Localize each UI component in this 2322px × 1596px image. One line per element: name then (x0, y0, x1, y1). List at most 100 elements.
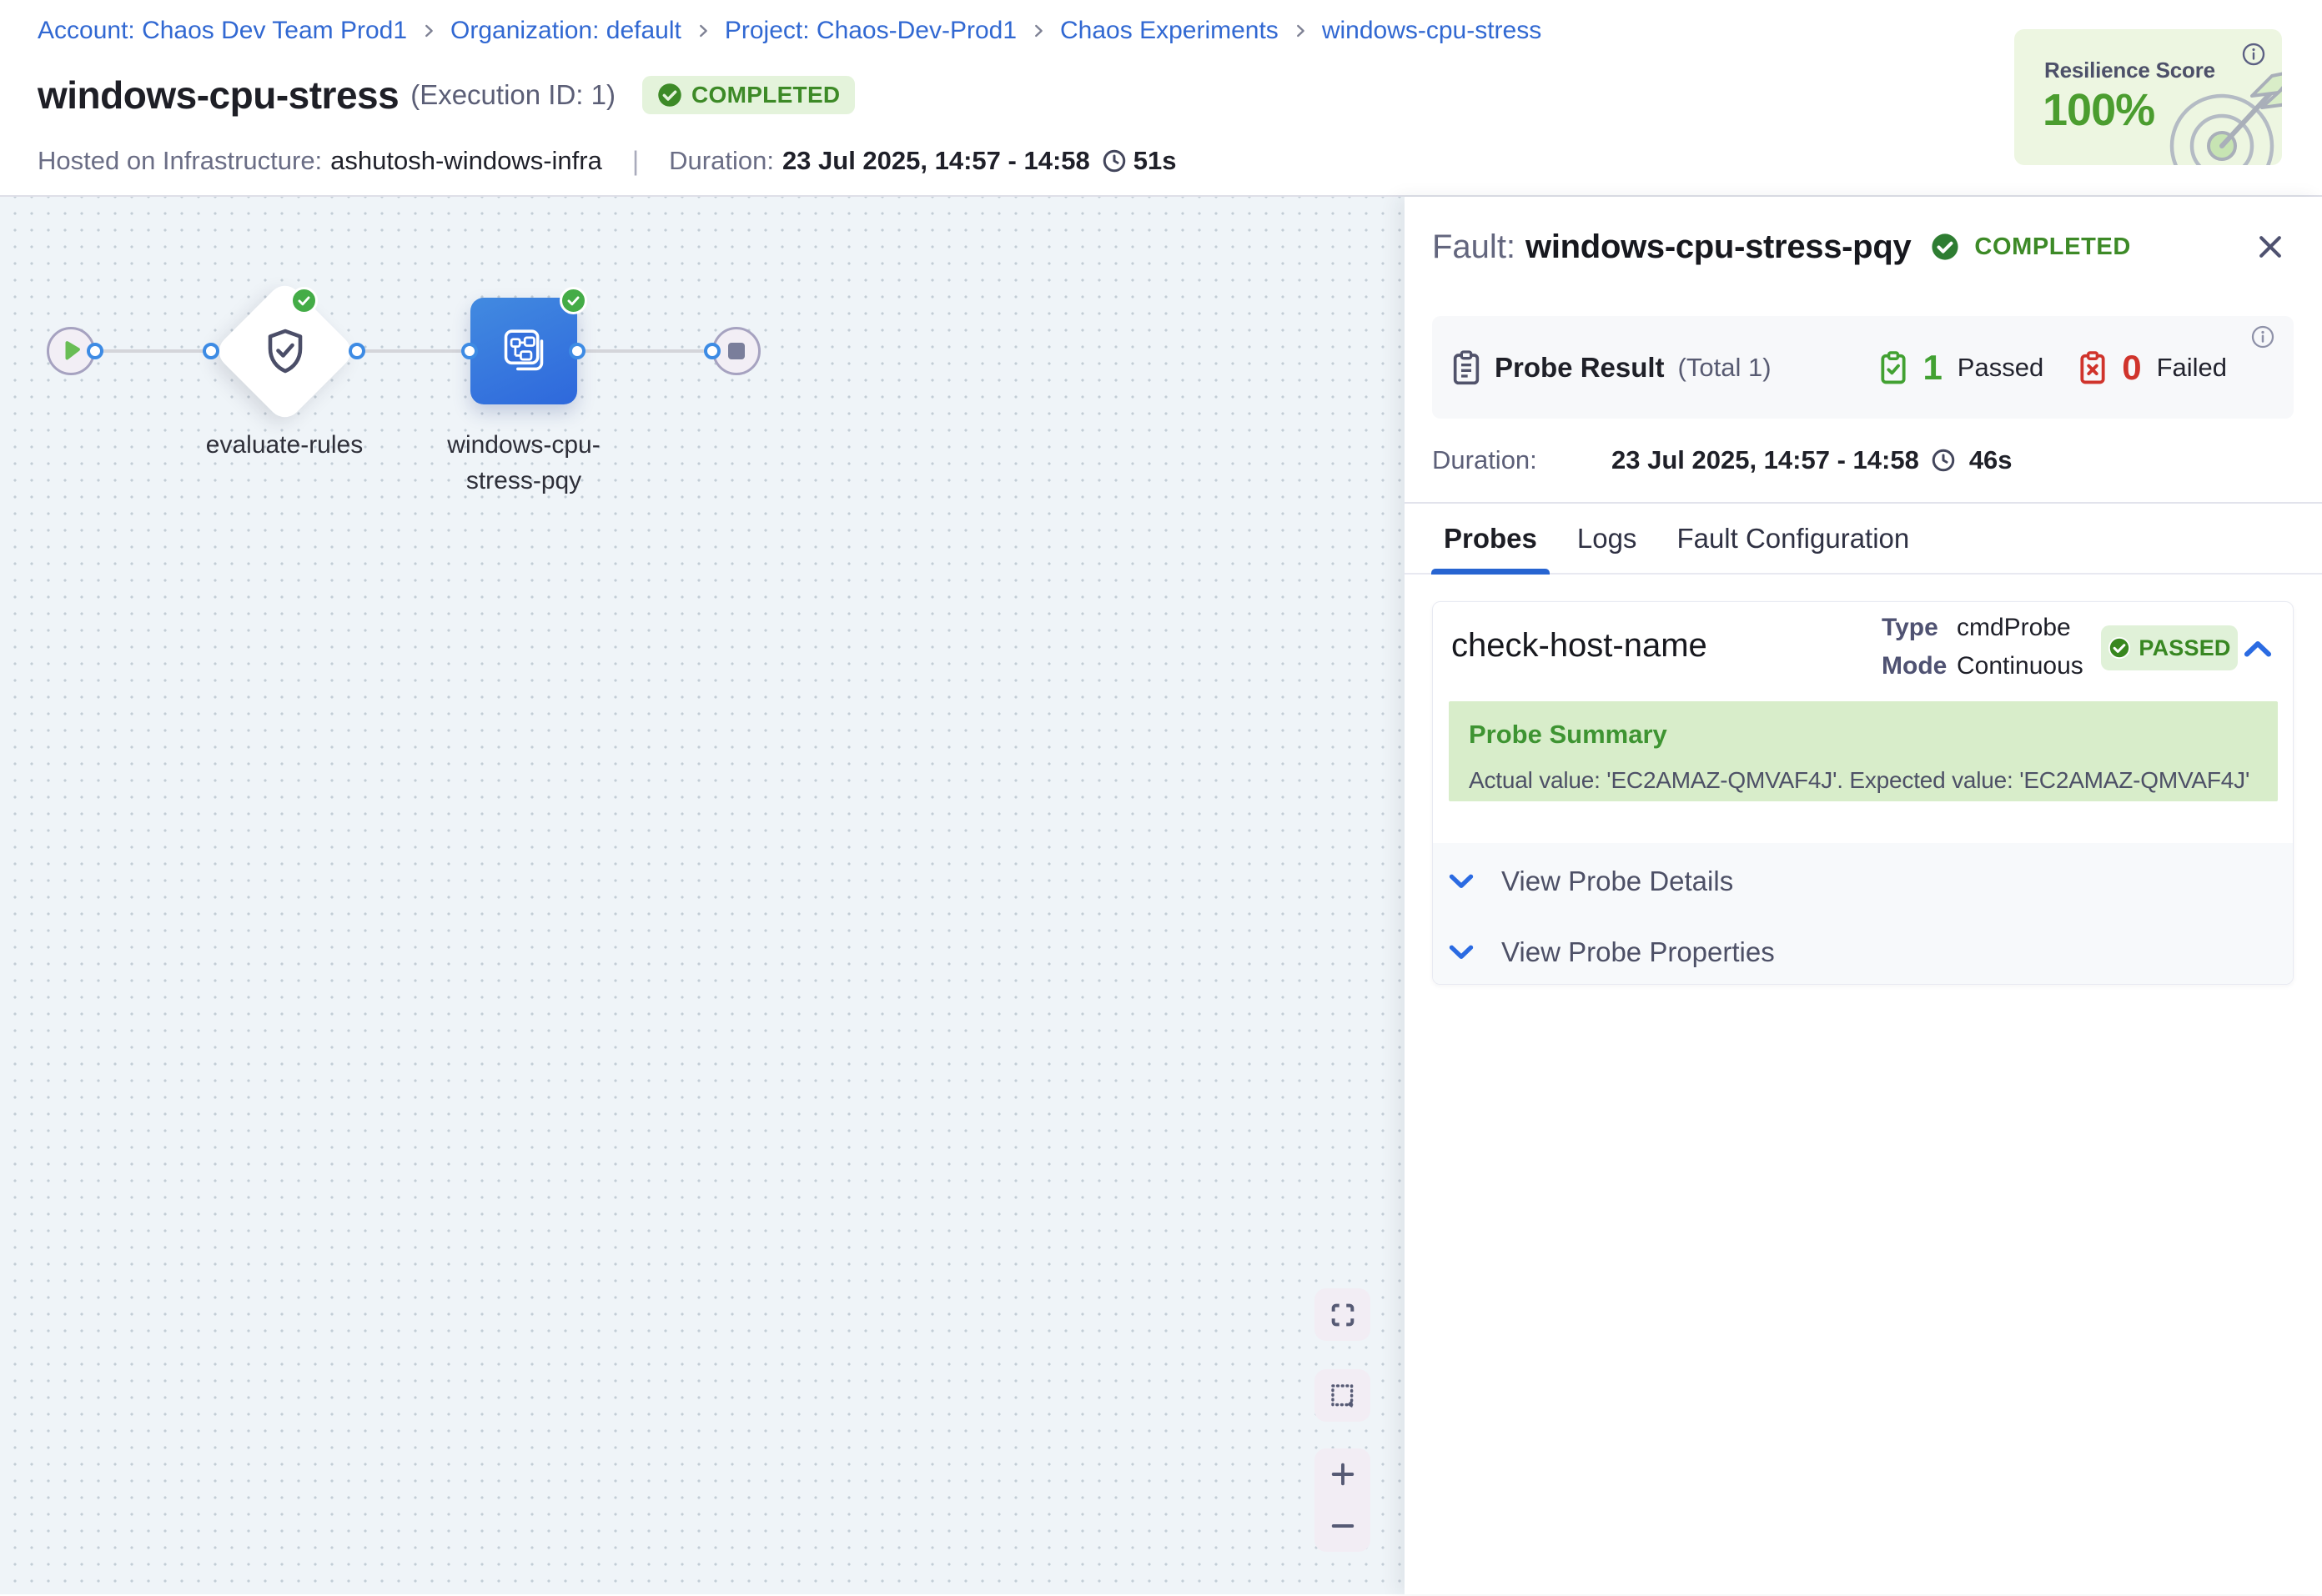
breadcrumb-current[interactable]: windows-cpu-stress (1322, 17, 1541, 45)
fault-status: COMPLETED (1974, 233, 2130, 261)
close-button[interactable] (2254, 230, 2287, 263)
breadcrumb-organization[interactable]: Organization: default (450, 17, 681, 45)
probe-status-badge: PASSED (2101, 625, 2238, 670)
breadcrumb-project[interactable]: Project: Chaos-Dev-Prod1 (725, 17, 1017, 45)
check-circle-icon (1931, 233, 1959, 261)
shield-check-icon (266, 329, 304, 378)
probe-result-total: (Total 1) (1678, 353, 1772, 383)
node-label: evaluate-rules (159, 427, 410, 463)
stop-icon (728, 343, 745, 359)
check-circle-icon (657, 83, 682, 108)
chevron-right-icon (420, 22, 438, 40)
edge-port[interactable] (569, 343, 586, 359)
tab-fault-configuration[interactable]: Fault Configuration (1664, 504, 1922, 573)
status-badge-label: COMPLETED (691, 82, 840, 108)
pipeline-edge (71, 349, 748, 353)
status-badge: COMPLETED (642, 76, 855, 114)
execution-id: (Execution ID: 1) (410, 79, 616, 111)
probe-summary: Probe Summary Actual value: 'EC2AMAZ-QMV… (1449, 701, 2278, 801)
view-probe-details-row[interactable]: View Probe Details (1433, 846, 2293, 916)
pipeline-node-windows-cpu-stress-pqy[interactable] (470, 298, 577, 404)
tab-bar: Probes Logs Fault Configuration (1405, 502, 2322, 575)
resilience-score-label: Resilience Score (2044, 58, 2215, 83)
breadcrumb-chaos-experiments[interactable]: Chaos Experiments (1060, 17, 1279, 45)
play-icon (63, 340, 82, 362)
fault-name: windows-cpu-stress-pqy (1525, 228, 1911, 266)
fault-duration-label: Duration: (1432, 445, 1611, 475)
chevron-down-icon (1449, 873, 1474, 890)
clipboard-x-icon (2077, 350, 2108, 385)
chevron-up-icon (2244, 639, 2272, 659)
view-probe-properties-row[interactable]: View Probe Properties (1433, 916, 2293, 985)
failed-label: Failed (2157, 353, 2227, 383)
tab-probes[interactable]: Probes (1431, 504, 1550, 573)
resilience-score-card: Resilience Score 100% (2014, 29, 2282, 165)
fault-details-panel: Fault: windows-cpu-stress-pqy COMPLETED (1405, 197, 2322, 1594)
probe-summary-text: Actual value: 'EC2AMAZ-QMVAF4J'. Expecte… (1469, 767, 2258, 794)
info-icon[interactable] (2241, 42, 2266, 71)
fullscreen-button[interactable] (1314, 1288, 1370, 1341)
duration-seconds: 51s (1133, 146, 1177, 176)
info-icon[interactable] (2250, 324, 2275, 354)
probe-status-label: PASSED (2139, 635, 2230, 661)
edge-port[interactable] (203, 343, 219, 359)
view-probe-details-label: View Probe Details (1501, 866, 1733, 897)
clock-icon (1102, 148, 1127, 173)
fault-duration-value: 23 Jul 2025, 14:57 - 14:58 (1611, 445, 1919, 475)
probe-meta: Type cmdProbe Mode Continuous (1882, 609, 2083, 685)
meta-row: Hosted on Infrastructure: ashutosh-windo… (38, 147, 1176, 175)
fault-label: Fault: (1432, 228, 1515, 266)
chevron-right-icon (694, 22, 712, 40)
probe-card: check-host-name Type cmdProbe Mode Conti… (1432, 601, 2294, 985)
clock-icon (1931, 448, 1956, 473)
duration-label: Duration: (669, 146, 774, 176)
fault-duration-row: Duration: 23 Jul 2025, 14:57 - 14:58 46s (1432, 442, 2294, 479)
zoom-out-button[interactable] (1314, 1500, 1370, 1552)
chevron-down-icon (1449, 944, 1474, 961)
pipeline-canvas[interactable]: evaluate-rules (0, 197, 1405, 1594)
zoom-controls (1314, 1448, 1370, 1552)
edge-port[interactable] (87, 343, 103, 359)
fault-panel-header: Fault: windows-cpu-stress-pqy COMPLETED (1405, 197, 2322, 267)
collapse-button[interactable] (2239, 632, 2277, 665)
edge-port[interactable] (704, 343, 721, 359)
clipboard-check-icon (1877, 350, 1909, 385)
infra-label: Hosted on Infrastructure: (38, 146, 322, 176)
failed-count: 0 (2122, 348, 2141, 388)
probe-result-title: Probe Result (1495, 352, 1665, 384)
chevron-right-icon (1291, 22, 1309, 40)
edge-port[interactable] (349, 343, 365, 359)
title-row: windows-cpu-stress (Execution ID: 1) COM… (38, 73, 855, 117)
marquee-select-icon (1329, 1382, 1357, 1410)
vertical-divider: | (632, 146, 639, 177)
zoom-in-button[interactable] (1314, 1448, 1370, 1500)
passed-count: 1 (1922, 348, 1942, 388)
canvas-controls (1314, 1288, 1370, 1552)
passed-label: Passed (1958, 353, 2043, 383)
close-icon (2254, 230, 2287, 263)
clipboard-icon (1450, 349, 1483, 386)
chevron-right-icon (1029, 22, 1048, 40)
breadcrumb-account[interactable]: Account: Chaos Dev Team Prod1 (38, 17, 407, 45)
probe-mode-value: Continuous (1957, 652, 2083, 680)
chaos-fault-icon (498, 325, 550, 377)
tab-logs[interactable]: Logs (1565, 504, 1650, 573)
view-probe-properties-label: View Probe Properties (1501, 936, 1775, 968)
probe-summary-title: Probe Summary (1469, 720, 2258, 750)
duration-value: 23 Jul 2025, 14:57 - 14:58 (782, 146, 1090, 176)
resilience-score-value: 100% (2043, 84, 2154, 136)
node-success-icon (290, 287, 318, 314)
probe-mode-label: Mode (1882, 652, 1957, 680)
probe-name: check-host-name (1451, 627, 1707, 665)
probe-type-value: cmdProbe (1957, 614, 2071, 642)
fullscreen-icon (1329, 1301, 1357, 1329)
page: Account: Chaos Dev Team Prod1 Organizati… (0, 0, 2322, 1596)
edge-port[interactable] (461, 343, 478, 359)
node-label: windows-cpu-stress-pqy (432, 427, 616, 499)
breadcrumb: Account: Chaos Dev Team Prod1 Organizati… (38, 17, 1541, 45)
check-circle-icon (2108, 636, 2131, 660)
probe-type-label: Type (1882, 614, 1957, 642)
probe-card-footer: View Probe Details View Probe Properties (1433, 843, 2293, 984)
selection-button[interactable] (1314, 1369, 1370, 1422)
probe-result-summary: Probe Result (Total 1) 1 Passed (1432, 316, 2294, 419)
